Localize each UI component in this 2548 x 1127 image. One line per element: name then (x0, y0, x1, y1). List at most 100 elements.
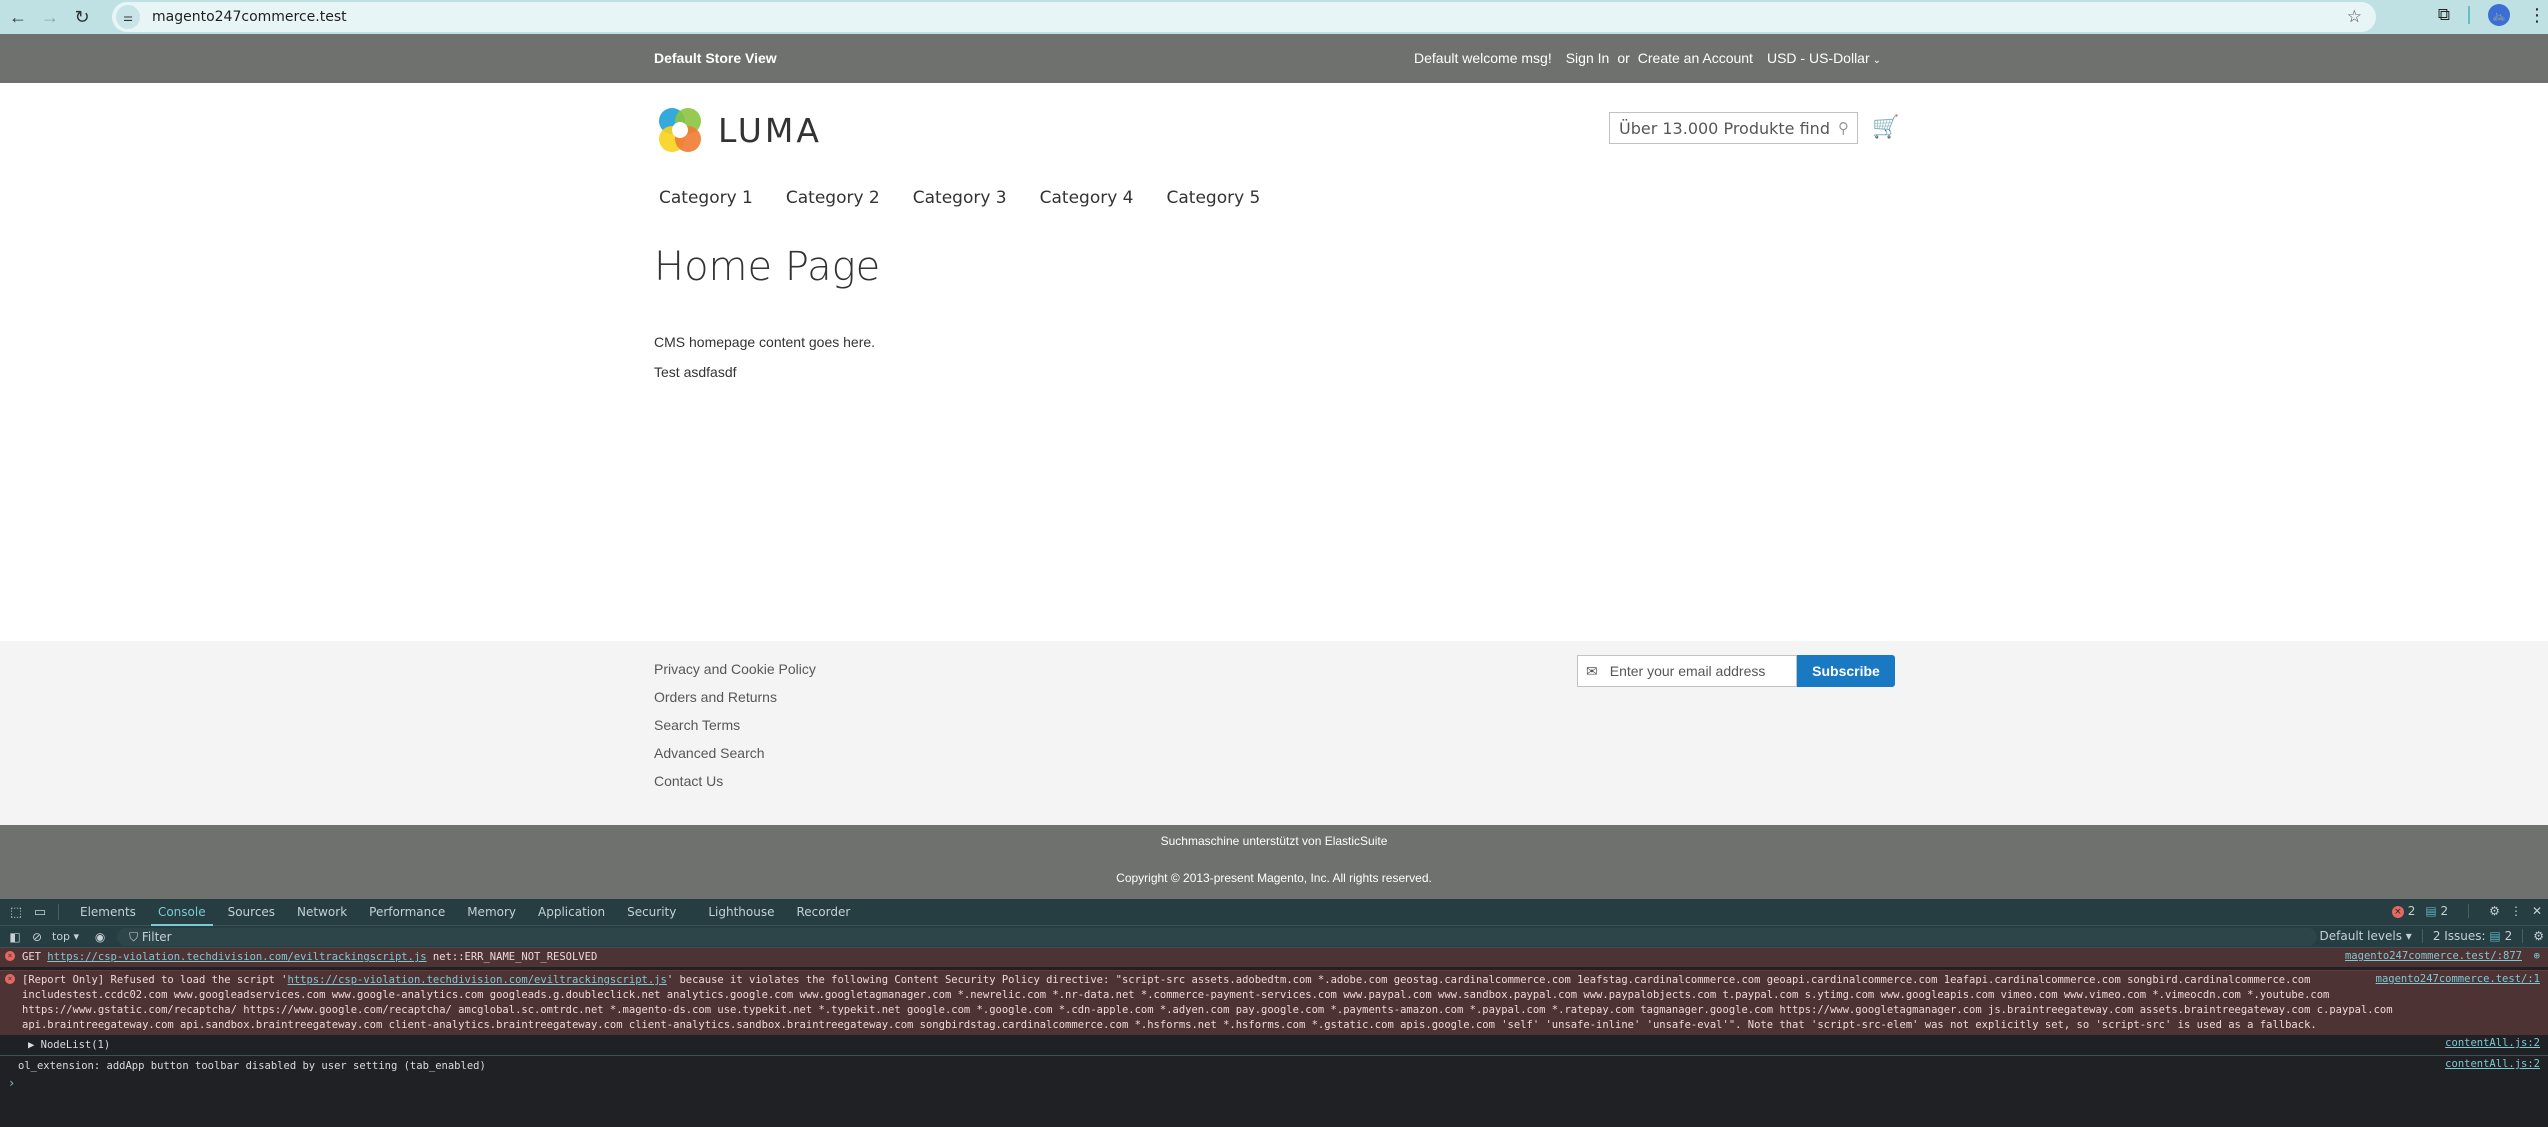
device-toolbar-icon[interactable]: ▭ (32, 905, 48, 920)
devtools-tab-bar: ⬚ ▭ Elements Console Sources Network Per… (0, 899, 2548, 926)
tab-security[interactable]: Security (616, 899, 687, 926)
luma-logo-icon (659, 108, 701, 152)
tab-lighthouse[interactable]: Lighthouse (697, 899, 785, 926)
currency-switcher[interactable]: USD - US-Dollar ⌄ (1767, 50, 1881, 66)
message-source-link[interactable]: contentAll.js:2 (2445, 1037, 2540, 1049)
message-link[interactable]: https://csp-violation.techdivision.com/e… (47, 951, 426, 963)
url-text[interactable]: magento247commerce.test (152, 9, 347, 25)
message-icon: ▤ (2425, 904, 2437, 918)
clear-console-icon[interactable]: ⊘ (30, 930, 44, 944)
newsletter-form: ✉ Enter your email address Subscribe (1577, 655, 1895, 687)
console-settings-icon[interactable]: ⚙ (2533, 929, 2544, 943)
powered-by-text: Suchmaschine unterstützt von ElasticSuit… (1160, 834, 1388, 848)
tab-network[interactable]: Network (286, 899, 358, 926)
message-counter[interactable]: ▤ 2 (2425, 904, 2448, 918)
tab-recorder[interactable]: Recorder (786, 899, 862, 926)
eye-icon[interactable]: ◉ (93, 930, 107, 944)
console-error-row: × GET https://csp-violation.techdivision… (0, 948, 2548, 967)
error-icon: × (5, 951, 15, 961)
newsletter-email-input[interactable]: ✉ Enter your email address (1577, 655, 1797, 687)
nav-category-2[interactable]: Category 2 (786, 188, 880, 208)
tab-elements[interactable]: Elements (69, 899, 147, 926)
reload-button[interactable]: ↻ (68, 3, 96, 31)
prompt-caret: › (8, 1076, 16, 1090)
address-bar[interactable]: ⚌ magento247commerce.test ☆ (112, 2, 2376, 32)
console-toolbar: ◧ ⊘ top ▾ ◉ ⛉ Filter Default levels ▾ 2 … (0, 926, 2548, 948)
console-log-row[interactable]: ▶ NodeList(1) contentAll.js:2 (0, 1035, 2548, 1055)
nodelist-expander[interactable]: ▶ NodeList(1) (28, 1039, 110, 1051)
puzzle-icon[interactable]: ⧉ (2438, 5, 2450, 25)
create-account-link[interactable]: Create an Account (1638, 50, 1753, 66)
message-prefix: GET (22, 951, 48, 963)
nav-category-4[interactable]: Category 4 (1040, 188, 1134, 208)
chevron-down-icon: ⌄ (1872, 55, 1882, 66)
copyright-bar: Suchmaschine unterstützt von ElasticSuit… (0, 825, 2548, 886)
kebab-icon[interactable]: ⋮ (2510, 904, 2522, 918)
luma-logo[interactable]: LUMA (654, 104, 822, 156)
divider (58, 904, 59, 920)
footer-links: Privacy and Cookie Policy Orders and Ret… (654, 661, 816, 801)
close-icon[interactable]: ✕ (2532, 904, 2542, 918)
console-prompt[interactable]: › (0, 1076, 2548, 1090)
error-counter[interactable]: × 2 (2391, 904, 2415, 918)
envelope-icon: ✉ (1586, 662, 1598, 679)
copyright-text: Copyright © 2013-present Magento, Inc. A… (1116, 871, 1432, 885)
tab-sources[interactable]: Sources (217, 899, 286, 926)
filter-placeholder: Filter (141, 929, 172, 944)
back-button[interactable]: ← (4, 3, 32, 31)
message-source-link[interactable]: magento247commerce.test/:877 (2345, 950, 2522, 962)
toolbar-divider (2468, 6, 2470, 24)
footer-link-privacy[interactable]: Privacy and Cookie Policy (654, 661, 816, 689)
search-input[interactable]: Über 13.000 Produkte finden ⚲ (1609, 112, 1858, 144)
issues-count: 2 (2504, 929, 2513, 943)
tune-icon[interactable]: ⚌ (116, 5, 140, 29)
message-link[interactable]: https://csp-violation.techdivision.com/e… (288, 974, 667, 986)
browser-toolbar: ← → ↻ ⚌ magento247commerce.test ☆ ⧉ 🚲 ⋮ (0, 0, 2548, 34)
nav-category-3[interactable]: Category 3 (913, 188, 1007, 208)
page-title: Home Page (654, 244, 881, 290)
message-source-link[interactable]: contentAll.js:2 (2445, 1058, 2540, 1070)
issues-label: 2 Issues: (2432, 929, 2486, 943)
nav-category-1[interactable]: Category 1 (659, 188, 753, 208)
search-placeholder: Über 13.000 Produkte finden (1619, 118, 1829, 138)
welcome-message: Default welcome msg! (1414, 50, 1552, 66)
message-source-link[interactable]: magento247commerce.test/:1 (2376, 973, 2540, 985)
issues-button[interactable]: 2 Issues: ▤ 2 (2433, 929, 2512, 943)
console-filter-input[interactable]: ⛉ Filter (117, 927, 2318, 946)
devtools-panel: ⬚ ▭ Elements Console Sources Network Per… (0, 886, 2548, 1127)
cms-paragraph: CMS homepage content goes here. (654, 334, 876, 350)
footer-link-contact[interactable]: Contact Us (654, 773, 816, 801)
cart-icon[interactable]: 🛒 (1872, 114, 1899, 140)
category-nav: Category 1 Category 2 Category 3 Categor… (654, 188, 1288, 208)
console-message-text: GET https://csp-violation.techdivision.c… (22, 951, 597, 963)
console-messages: × GET https://csp-violation.techdivision… (0, 948, 2548, 1090)
inspect-element-icon[interactable]: ⬚ (8, 905, 24, 920)
gear-icon[interactable]: ⚙ (2489, 904, 2500, 918)
console-log-row: ol_extension: addApp button toolbar disa… (0, 1055, 2548, 1076)
subscribe-button[interactable]: Subscribe (1797, 655, 1895, 687)
context-selector[interactable]: top ▾ (52, 930, 79, 943)
store-view-switcher[interactable]: Default Store View (654, 50, 777, 66)
kebab-icon[interactable]: ⋮ (2528, 5, 2546, 26)
footer-link-advanced-search[interactable]: Advanced Search (654, 745, 816, 773)
sign-in-link[interactable]: Sign In (1566, 50, 1610, 66)
sidebar-toggle-icon[interactable]: ◧ (8, 930, 22, 944)
nav-category-5[interactable]: Category 5 (1167, 188, 1261, 208)
forward-button[interactable]: → (36, 3, 64, 31)
or-text: or (1617, 50, 1630, 66)
console-message-text: ol_extension: addApp button toolbar disa… (18, 1060, 486, 1072)
divider (2468, 904, 2470, 918)
tab-console[interactable]: Console (147, 899, 217, 926)
message-suffix: net::ERR_NAME_NOT_RESOLVED (426, 951, 598, 963)
network-icon[interactable]: ⊕ (2534, 950, 2540, 962)
log-levels-dropdown[interactable]: Default levels ▾ (2320, 929, 2412, 943)
bike-avatar-icon[interactable]: 🚲 (2488, 4, 2510, 26)
tab-memory[interactable]: Memory (456, 899, 527, 926)
search-icon[interactable]: ⚲ (1838, 119, 1849, 137)
star-icon[interactable]: ☆ (2347, 7, 2362, 27)
footer-link-orders-returns[interactable]: Orders and Returns (654, 689, 816, 717)
tab-application[interactable]: Application (527, 899, 616, 926)
tab-performance[interactable]: Performance (358, 899, 456, 926)
footer-link-search-terms[interactable]: Search Terms (654, 717, 816, 745)
filter-icon: ⛉ (129, 929, 142, 944)
